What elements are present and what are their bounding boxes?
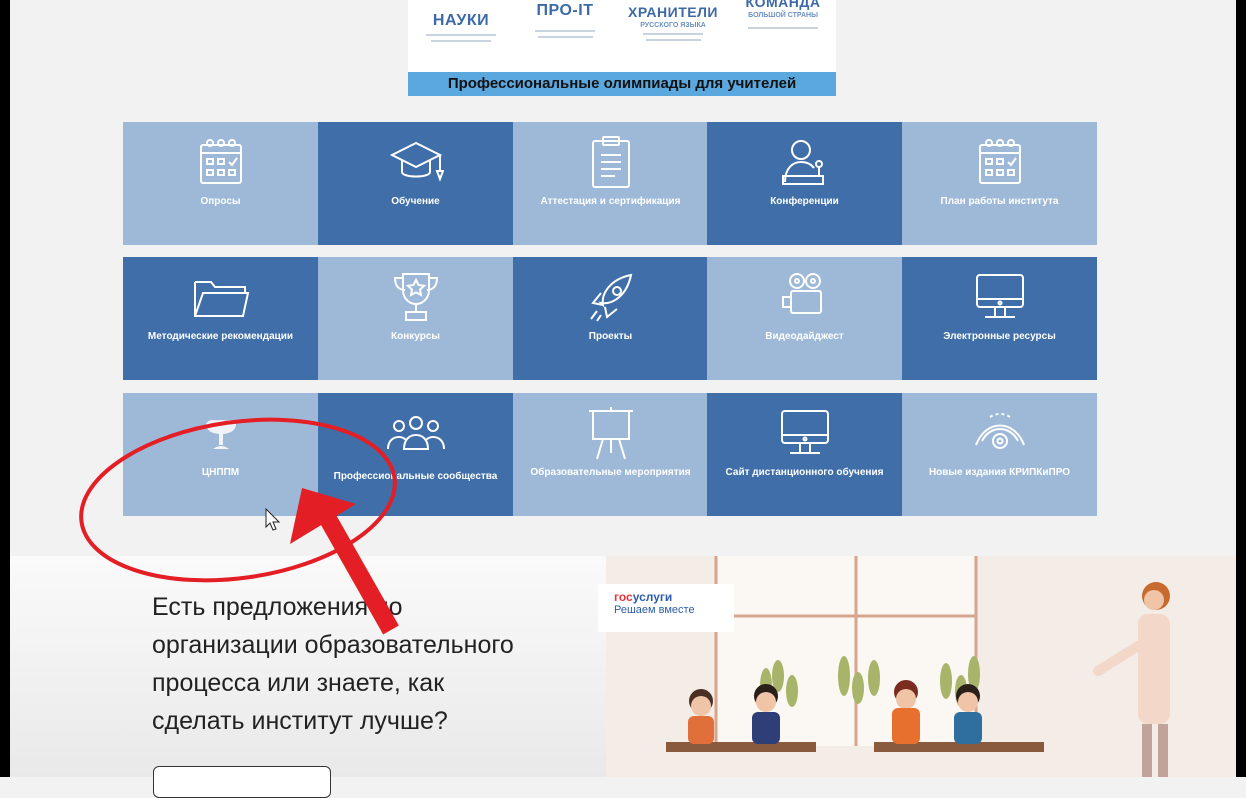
graduation-cap-icon: [388, 134, 444, 190]
banner-logo-komanda: КОМАНДА БОЛЬШОЙ СТРАНЫ: [733, 0, 833, 29]
feedback-button[interactable]: [153, 766, 331, 798]
tile-label: Методические рекомендации: [147, 331, 294, 342]
banner-logo-nauki: НАУКИ: [416, 0, 506, 42]
tile-label: Новые издания КРИПКиПРО: [928, 467, 1071, 478]
feedback-line: сделать институт лучше?: [152, 707, 448, 735]
tile-projects[interactable]: Проекты: [513, 257, 708, 380]
feedback-line: организации образовательного: [152, 631, 514, 659]
olympiad-banner[interactable]: НАУКИ ПРО-IT ХРАНИТЕЛИ РУССКОГО ЯЗЫКА КО…: [408, 0, 836, 96]
tile-label: Образовательные мероприятия: [530, 467, 691, 478]
tile-distance-learning-site[interactable]: Сайт дистанционного обучения: [707, 393, 902, 516]
tile-label: Профессиональные сообщества: [333, 471, 498, 482]
tile-label: Проекты: [588, 331, 633, 342]
gosuslugi-logo: госуслуги: [614, 590, 673, 604]
tile-surveys[interactable]: Опросы: [123, 122, 318, 245]
rocket-icon: [585, 269, 637, 325]
tile-label: Аттестация и сертификация: [540, 196, 681, 207]
eye-icon: [972, 405, 1028, 461]
tile-video-digest[interactable]: Видеодайджест: [707, 257, 902, 380]
banner-logo-khraniteli: ХРАНИТЕЛИ РУССКОГО ЯЗЫКА: [618, 0, 728, 41]
tile-label: Опросы: [200, 196, 241, 207]
tile-label: План работы института: [940, 196, 1059, 207]
tile-label: ЦНППМ: [201, 467, 240, 478]
tile-label: Конкурсы: [391, 331, 440, 342]
speaker-icon: [779, 134, 831, 190]
easel-icon: [585, 405, 637, 461]
banner-caption: Профессиональные олимпиады для учителей: [408, 72, 836, 96]
clipboard-icon: [587, 134, 635, 190]
letterbox-left: [0, 0, 10, 777]
trophy-icon: [391, 269, 441, 325]
tile-training[interactable]: Обучение: [318, 122, 513, 245]
tile-methodical-recommendations[interactable]: Методические рекомендации: [123, 257, 318, 380]
tile-educational-events[interactable]: Образовательные мероприятия: [513, 393, 708, 516]
tile-label: Обучение: [391, 196, 440, 207]
tile-conferences[interactable]: Конференции: [707, 122, 902, 245]
feedback-question: Есть предложения по организации образова…: [152, 588, 592, 740]
tile-label: Конференции: [770, 196, 839, 207]
video-camera-icon: [779, 269, 831, 325]
tree-icon: [201, 405, 241, 461]
tile-label: Электронные ресурсы: [943, 331, 1056, 342]
tile-cnppm[interactable]: ЦНППМ: [123, 393, 318, 516]
tile-label: Видеодайджест: [765, 331, 844, 342]
tile-professional-communities[interactable]: Профессиональные сообщества: [318, 393, 513, 516]
monitor-icon: [973, 269, 1027, 325]
feedback-line: процесса или знаете, как: [152, 669, 445, 697]
tile-attestation[interactable]: Аттестация и сертификация: [513, 122, 708, 245]
tile-label: Сайт дистанционного обучения: [725, 467, 884, 478]
gosuslugi-subtitle: Решаем вместе: [614, 604, 695, 616]
monitor-icon: [778, 405, 832, 461]
gosuslugi-card[interactable]: госуслуги Решаем вместе: [598, 584, 734, 632]
feedback-line: Есть предложения по: [152, 593, 403, 621]
tile-work-plan[interactable]: План работы института: [902, 122, 1097, 245]
tile-electronic-resources[interactable]: Электронные ресурсы: [902, 257, 1097, 380]
tile-new-publications[interactable]: Новые издания КРИПКиПРО: [902, 393, 1097, 516]
people-icon: [386, 405, 446, 461]
tile-contests[interactable]: Конкурсы: [318, 257, 513, 380]
letterbox-right: [1236, 0, 1246, 777]
calendar-icon: [196, 134, 246, 190]
folder-icon: [191, 269, 251, 325]
banner-logo-pro-it: ПРО-IT: [520, 0, 610, 38]
calendar-icon: [975, 134, 1025, 190]
